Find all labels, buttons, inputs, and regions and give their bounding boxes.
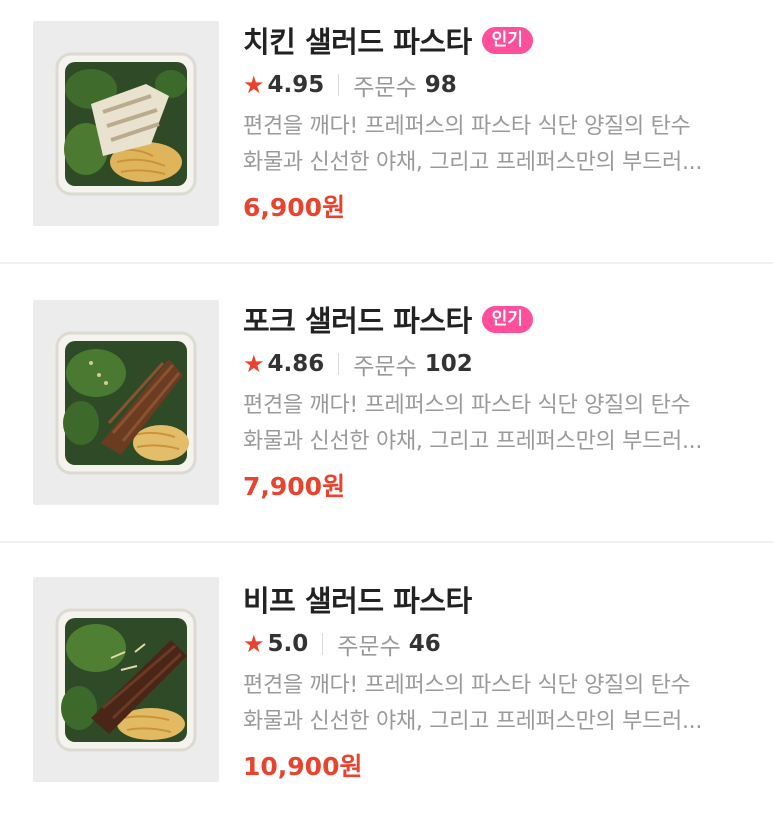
orders-count: 98 [424, 72, 457, 98]
popular-badge: 인기 [481, 26, 533, 54]
description-line: 화물과 신선한 야채, 그리고 프레퍼스만의 부드러... [243, 429, 703, 454]
popular-badge: 인기 [481, 305, 533, 333]
title-row: 비프 샐러드 파스타 [243, 579, 753, 619]
description-line: 편견을 깨다! 프레퍼스의 파스타 식단 양질의 탄수 [243, 114, 691, 139]
description-line: 편견을 깨다! 프레퍼스의 파스타 식단 양질의 탄수 [243, 393, 691, 418]
item-info: 포크 샐러드 파스타 인기 ★ 4.86 주문수 102 편견을 깨다! 프레퍼… [243, 299, 753, 503]
menu-item[interactable]: 치킨 샐러드 파스타 인기 ★ 4.95 주문수 98 편견을 깨다! 프레퍼스… [0, 0, 773, 262]
item-info: 비프 샐러드 파스타 ★ 5.0 주문수 46 편견을 깨다! 프레퍼스의 파스… [243, 579, 753, 783]
orders-label: 주문수 [337, 634, 401, 660]
orders-label: 주문수 [353, 354, 417, 380]
food-photo[interactable] [33, 21, 219, 226]
item-description: 편견을 깨다! 프레퍼스의 파스타 식단 양질의 탄수 화물과 신선한 야채, … [243, 668, 743, 740]
description-line: 화물과 신선한 야채, 그리고 프레퍼스만의 부드러... [243, 709, 703, 734]
rating-value: 5.0 [267, 631, 309, 657]
star-icon: ★ [243, 71, 265, 99]
description-line: 화물과 신선한 야채, 그리고 프레퍼스만의 부드러... [243, 150, 703, 175]
salad-bowl-image [55, 52, 197, 195]
item-title[interactable]: 비프 샐러드 파스타 [243, 578, 472, 620]
title-row: 포크 샐러드 파스타 인기 [243, 299, 753, 339]
menu-item[interactable]: 비프 샐러드 파스타 ★ 5.0 주문수 46 편견을 깨다! 프레퍼스의 파스… [0, 541, 773, 828]
item-meta: ★ 4.86 주문수 102 [243, 349, 753, 380]
food-photo[interactable] [33, 300, 219, 505]
item-title[interactable]: 치킨 샐러드 파스타 [243, 19, 472, 61]
salad-bowl-image [55, 331, 197, 474]
item-meta: ★ 4.95 주문수 98 [243, 70, 753, 101]
description-line: 편견을 깨다! 프레퍼스의 파스타 식단 양질의 탄수 [243, 673, 691, 698]
item-description: 편견을 깨다! 프레퍼스의 파스타 식단 양질의 탄수 화물과 신선한 야채, … [243, 109, 743, 181]
meta-divider [338, 353, 340, 375]
salad-bowl-image [55, 608, 197, 751]
star-icon: ★ [243, 630, 265, 658]
rating-value: 4.95 [267, 72, 325, 98]
meta-divider [338, 74, 340, 96]
meta-divider [322, 633, 324, 655]
item-meta: ★ 5.0 주문수 46 [243, 629, 753, 660]
item-description: 편견을 깨다! 프레퍼스의 파스타 식단 양질의 탄수 화물과 신선한 야채, … [243, 388, 743, 460]
item-title[interactable]: 포크 샐러드 파스타 [243, 298, 472, 340]
title-row: 치킨 샐러드 파스타 인기 [243, 20, 753, 60]
menu-item[interactable]: 포크 샐러드 파스타 인기 ★ 4.86 주문수 102 편견을 깨다! 프레퍼… [0, 262, 773, 541]
rating-value: 4.86 [267, 351, 325, 377]
food-photo[interactable] [33, 577, 219, 782]
item-price: 7,900원 [243, 472, 346, 501]
orders-label: 주문수 [353, 75, 417, 101]
menu-list: 치킨 샐러드 파스타 인기 ★ 4.95 주문수 98 편견을 깨다! 프레퍼스… [0, 0, 773, 828]
orders-count: 46 [408, 631, 441, 657]
orders-count: 102 [424, 351, 473, 377]
star-icon: ★ [243, 350, 265, 378]
item-info: 치킨 샐러드 파스타 인기 ★ 4.95 주문수 98 편견을 깨다! 프레퍼스… [243, 20, 753, 224]
item-price: 10,900원 [243, 752, 363, 781]
item-price: 6,900원 [243, 193, 346, 222]
